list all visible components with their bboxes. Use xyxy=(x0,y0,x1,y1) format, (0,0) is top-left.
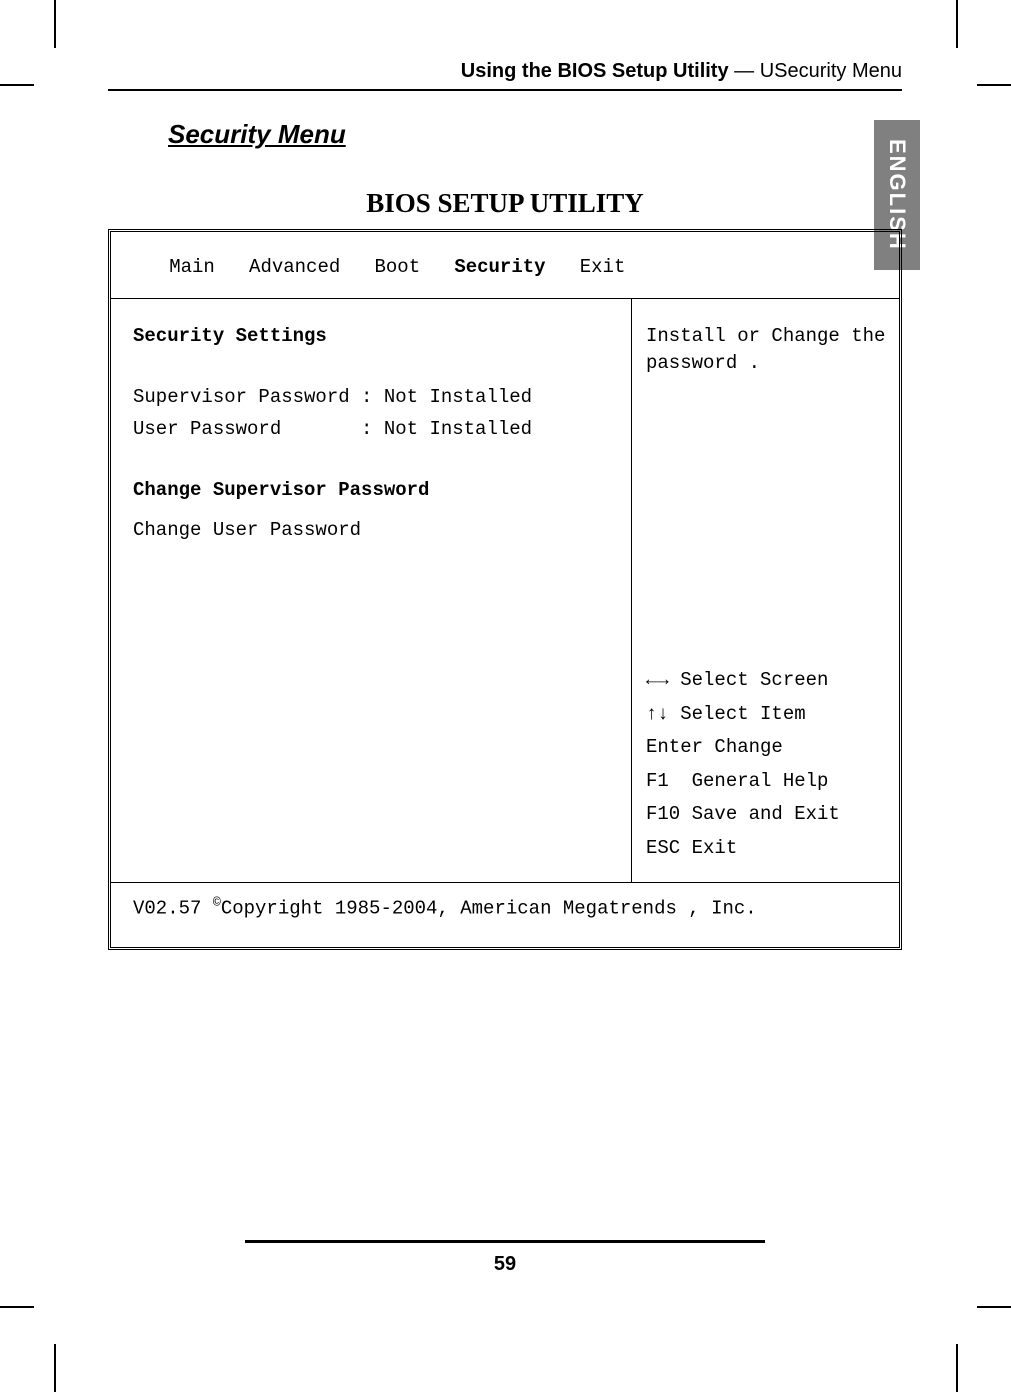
change-user-password: Change User Password xyxy=(133,517,615,545)
crop-mark xyxy=(956,1344,958,1392)
security-settings-heading: Security Settings xyxy=(133,323,615,351)
supervisor-password-row: Supervisor Password : Not Installed xyxy=(133,384,615,412)
menu-advanced: Advanced xyxy=(249,256,340,278)
key-help: ←→ Select Screen ↑↓ Select Item Enter Ch… xyxy=(646,667,891,868)
item-help-text: Install or Change the password . xyxy=(646,323,891,378)
page-number: 59 xyxy=(108,1253,902,1276)
bios-copyright: Copyright 1985-2004, American Megatrends… xyxy=(221,898,757,920)
running-head-strong: Using the BIOS Setup Utility xyxy=(461,60,729,82)
key-select-item: ↑↓ Select Item xyxy=(646,701,891,729)
bios-box: Main Advanced Boot Security Exit Securit… xyxy=(108,229,902,950)
copyright-symbol: © xyxy=(213,895,221,910)
menu-main: Main xyxy=(169,256,215,278)
crop-mark xyxy=(0,84,34,86)
menu-boot: Boot xyxy=(374,256,420,278)
bios-menubar: Main Advanced Boot Security Exit xyxy=(111,232,899,298)
crop-mark xyxy=(54,1344,56,1392)
page-content: Using the BIOS Setup Utility — USecurity… xyxy=(108,60,902,950)
running-head-suffix: USecurity Menu xyxy=(760,60,902,82)
menu-security: Security xyxy=(454,256,545,278)
key-esc: ESC Exit xyxy=(646,835,891,863)
section-title: Security Menu xyxy=(168,119,902,150)
running-head-sep: — xyxy=(729,60,760,82)
page-footer: 59 xyxy=(108,1240,902,1276)
footer-rule xyxy=(245,1240,765,1243)
key-select-screen: ←→ Select Screen xyxy=(646,667,891,695)
user-password-row: User Password : Not Installed xyxy=(133,416,615,444)
crop-mark xyxy=(977,84,1011,86)
bios-version: V02.57 xyxy=(133,898,213,920)
bios-right-pane: Install or Change the password . ←→ Sele… xyxy=(631,299,899,883)
crop-mark xyxy=(54,0,56,48)
key-f10: F10 Save and Exit xyxy=(646,801,891,829)
key-f1: F1 General Help xyxy=(646,768,891,796)
bios-left-pane: Security Settings Supervisor Password : … xyxy=(111,299,631,883)
crop-mark xyxy=(977,1306,1011,1308)
key-enter: Enter Change xyxy=(646,734,891,762)
crop-mark xyxy=(0,1306,34,1308)
bios-footer: V02.57 ©Copyright 1985-2004, American Me… xyxy=(111,882,899,947)
bios-body: Security Settings Supervisor Password : … xyxy=(111,298,899,883)
bios-title: BIOS SETUP UTILITY xyxy=(108,188,902,219)
menu-exit: Exit xyxy=(580,256,626,278)
change-supervisor-password: Change Supervisor Password xyxy=(133,477,615,505)
running-head: Using the BIOS Setup Utility — USecurity… xyxy=(108,60,902,91)
crop-mark xyxy=(956,0,958,48)
